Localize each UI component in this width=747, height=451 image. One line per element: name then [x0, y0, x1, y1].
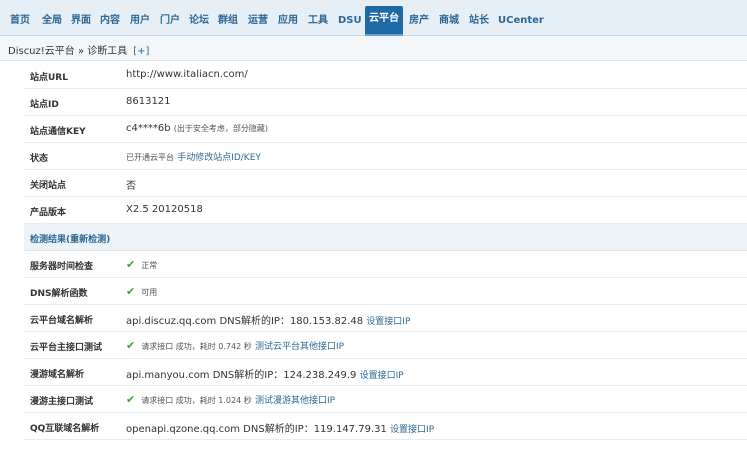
set-manyou-ip-link[interactable]: 设置接口IP — [360, 371, 404, 381]
cloud-api-row: 云平台主接口测试 ✔ 请求接口 成功，耗时 0.742 秒 测试云平台其他接口IP — [24, 332, 747, 359]
cloud-api-text: 请求接口 成功，耗时 0.742 秒 — [141, 342, 252, 351]
site-url-value: http://www.italiacn.com/ — [126, 69, 248, 80]
qq-dns-value: openapi.qzone.qq.com DNS解析的IP：119.147.79… — [126, 420, 434, 435]
dns-function-row: DNS解析函数 ✔ 可用 — [24, 278, 747, 305]
version-row: 产品版本 X2.5 20120518 — [24, 197, 747, 224]
cloud-dns-text: api.discuz.qq.com DNS解析的IP：180.153.82.48 — [126, 316, 364, 327]
cloud-api-value: ✔ 请求接口 成功，耗时 0.742 秒 测试云平台其他接口IP — [126, 339, 344, 352]
set-qq-ip-link[interactable]: 设置接口IP — [390, 425, 434, 435]
recheck-link[interactable]: 重新检测 — [70, 235, 106, 245]
check-results-title-end: ) — [106, 235, 111, 245]
status-row: 状态 已开通云平台 手动修改站点ID/KEY — [24, 143, 747, 170]
qq-dns-text: openapi.qzone.qq.com DNS解析的IP：119.147.79… — [126, 424, 387, 435]
nav-forum[interactable]: 论坛 — [189, 14, 209, 28]
server-time-label: 服务器时间检查 — [30, 262, 94, 272]
manyou-api-label: 漫游主接口测试 — [30, 397, 94, 407]
dns-function-value: ✔ 可用 — [126, 285, 157, 298]
nav-webmaster[interactable]: 站长 — [469, 14, 489, 28]
nav-home[interactable]: 首页 — [10, 14, 30, 28]
site-id-label: 站点ID — [30, 100, 59, 110]
cloud-dns-label: 云平台域名解析 — [30, 316, 94, 326]
version-label: 产品版本 — [30, 208, 67, 218]
site-key-note: (出于安全考虑，部分隐藏) — [173, 124, 269, 133]
site-key-row: 站点通信KEY c4****6b (出于安全考虑，部分隐藏) — [24, 116, 747, 143]
nav-user[interactable]: 用户 — [130, 14, 150, 28]
set-cloud-ip-link[interactable]: 设置接口IP — [366, 317, 410, 327]
server-time-text: 正常 — [141, 261, 158, 270]
nav-ucenter[interactable]: UCenter — [498, 14, 544, 28]
site-closed-row: 关闭站点 否 — [24, 170, 747, 197]
status-text: 已开通云平台 — [126, 153, 174, 162]
top-navigation: 首页 全局 界面 内容 用户 门户 论坛 群组 运营 应用 工具 DSU 云平台… — [0, 0, 747, 36]
nav-portal[interactable]: 门户 — [160, 14, 180, 28]
check-icon: ✔ — [126, 339, 136, 352]
site-id-value: 8613121 — [126, 96, 171, 107]
nav-group[interactable]: 群组 — [218, 14, 238, 28]
qq-dns-row: QQ互联域名解析 openapi.qzone.qq.com DNS解析的IP：1… — [24, 413, 747, 440]
site-url-row: 站点URL http://www.italiacn.com/ — [24, 62, 747, 89]
cloud-dns-value: api.discuz.qq.com DNS解析的IP：180.153.82.48… — [126, 312, 410, 327]
check-results-title: 检测结果(重新检测) — [30, 232, 110, 245]
manyou-dns-value: api.manyou.com DNS解析的IP：124.238.249.9 设置… — [126, 366, 404, 381]
nav-mall[interactable]: 商城 — [439, 14, 459, 28]
add-shortcut-button[interactable]: [+] — [133, 46, 149, 57]
test-cloud-ip-link[interactable]: 测试云平台其他接口IP — [255, 342, 344, 352]
check-icon: ✔ — [126, 393, 136, 406]
manyou-api-text: 请求接口 成功，耗时 1.024 秒 — [141, 396, 252, 405]
status-label: 状态 — [30, 154, 49, 164]
nav-tools[interactable]: 工具 — [308, 14, 328, 28]
qq-dns-label: QQ互联域名解析 — [30, 424, 100, 434]
cloud-dns-row: 云平台域名解析 api.discuz.qq.com DNS解析的IP：180.1… — [24, 305, 747, 332]
site-key-text: c4****6b — [126, 123, 171, 134]
site-closed-value: 否 — [126, 181, 136, 192]
check-results-header: 检测结果(重新检测) — [24, 224, 747, 251]
diagnostic-table: 站点URL http://www.italiacn.com/ 站点ID 8613… — [24, 62, 747, 440]
manyou-dns-text: api.manyou.com DNS解析的IP：124.238.249.9 — [126, 370, 357, 381]
edit-site-key-link[interactable]: 手动修改站点ID/KEY — [177, 153, 261, 163]
site-id-row: 站点ID 8613121 — [24, 89, 747, 116]
status-value: 已开通云平台 手动修改站点ID/KEY — [126, 150, 261, 163]
nav-house[interactable]: 房产 — [409, 14, 429, 28]
test-manyou-ip-link[interactable]: 测试漫游其他接口IP — [255, 396, 335, 406]
check-icon: ✔ — [126, 285, 136, 298]
version-value: X2.5 20120518 — [126, 204, 203, 215]
nav-app[interactable]: 应用 — [278, 14, 298, 28]
nav-global[interactable]: 全局 — [42, 14, 62, 28]
nav-content[interactable]: 内容 — [100, 14, 120, 28]
site-closed-label: 关闭站点 — [30, 181, 67, 191]
manyou-dns-label: 漫游域名解析 — [30, 370, 85, 380]
nav-cloud-platform[interactable]: 云平台 — [365, 6, 403, 36]
breadcrumb: Discuz!云平台 » 诊断工具 [+] — [8, 42, 149, 57]
breadcrumb-bar: Discuz!云平台 » 诊断工具 [+] — [0, 36, 747, 61]
dns-function-text: 可用 — [141, 288, 158, 297]
breadcrumb-text: Discuz!云平台 » 诊断工具 — [8, 46, 128, 57]
site-key-label: 站点通信KEY — [30, 127, 86, 137]
site-key-value: c4****6b (出于安全考虑，部分隐藏) — [126, 123, 268, 134]
manyou-dns-row: 漫游域名解析 api.manyou.com DNS解析的IP：124.238.2… — [24, 359, 747, 386]
nav-operation[interactable]: 运营 — [248, 14, 268, 28]
nav-dsu[interactable]: DSU — [338, 14, 362, 28]
dns-function-label: DNS解析函数 — [30, 289, 88, 299]
cloud-api-label: 云平台主接口测试 — [30, 343, 103, 353]
server-time-value: ✔ 正常 — [126, 258, 157, 271]
manyou-api-value: ✔ 请求接口 成功，耗时 1.024 秒 测试漫游其他接口IP — [126, 393, 335, 406]
nav-interface[interactable]: 界面 — [71, 14, 91, 28]
site-url-label: 站点URL — [30, 73, 68, 83]
check-icon: ✔ — [126, 258, 136, 271]
check-results-title-text: 检测结果( — [30, 235, 71, 245]
manyou-api-row: 漫游主接口测试 ✔ 请求接口 成功，耗时 1.024 秒 测试漫游其他接口IP — [24, 386, 747, 413]
server-time-row: 服务器时间检查 ✔ 正常 — [24, 251, 747, 278]
